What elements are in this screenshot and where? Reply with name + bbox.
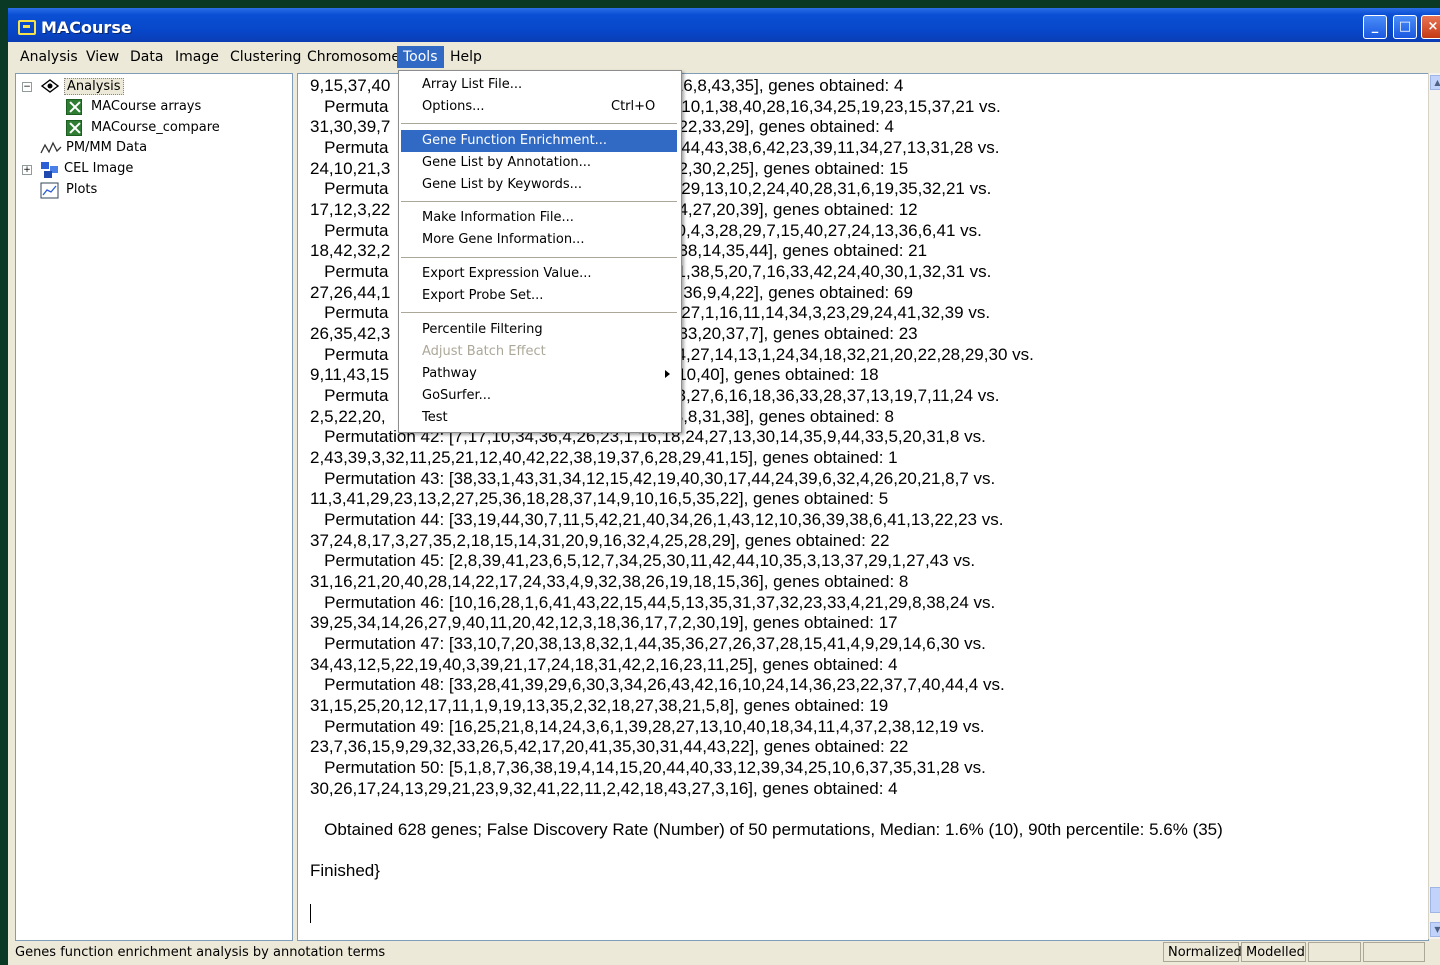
output-line: Permutation 48: [33,28,41,39,29,6,30,3,3…	[310, 675, 1005, 694]
tree-label: MACourse arrays	[91, 99, 202, 114]
scroll-thumb[interactable]	[1430, 887, 1440, 913]
output-line: 11,3,41,29,23,13,2,27,25,36,18,28,37,14,…	[310, 489, 889, 508]
close-button[interactable]: ×	[1421, 15, 1440, 39]
menu-analysis[interactable]: Analysis	[14, 46, 84, 68]
spreadsheet-icon	[66, 120, 82, 136]
title-bar[interactable]: MACourse _ □ ×	[8, 8, 1440, 42]
tools-menu-dropdown: Array List File... Options... Ctrl+O Gene…	[398, 70, 682, 433]
spreadsheet-icon	[66, 99, 82, 115]
output-line: 34,43,12,5,22,19,40,3,39,21,17,24,18,31,…	[310, 655, 898, 674]
menu-item-export-expression-value[interactable]: Export Expression Value...	[401, 263, 677, 285]
output-line: 23,7,36,15,9,29,32,33,26,5,42,17,20,41,3…	[310, 737, 909, 756]
analysis-icon	[40, 79, 60, 93]
output-line: Permutation 45: [2,8,39,41,23,6,5,12,7,3…	[310, 551, 976, 570]
menu-item-gene-list-by-keywords[interactable]: Gene List by Keywords...	[401, 174, 677, 196]
scroll-up-button[interactable]: ▲	[1430, 75, 1440, 90]
tree-node-macourse-compare[interactable]: MACourse_compare	[66, 120, 266, 138]
tree-node-macourse-arrays[interactable]: MACourse arrays	[66, 99, 266, 117]
app-window: MACourse _ □ × Analysis View Data Image …	[8, 8, 1440, 965]
menu-item-gene-list-by-annotation[interactable]: Gene List by Annotation...	[401, 152, 677, 174]
menu-item-options[interactable]: Options... Ctrl+O	[401, 96, 677, 118]
output-line: 37,24,8,17,3,27,35,2,18,15,14,31,20,9,16…	[310, 531, 890, 550]
status-panel-empty	[1308, 942, 1361, 962]
tree-label: Plots	[66, 182, 98, 197]
menu-chromosome[interactable]: Chromosome	[301, 46, 406, 68]
collapse-icon[interactable]: −	[22, 82, 32, 92]
project-tree[interactable]: − Analysis MACourse arrays MACourse_comp…	[15, 73, 293, 941]
menu-item-percentile-filtering[interactable]: Percentile Filtering	[401, 319, 677, 341]
output-line: Permutation 44: [33,19,44,30,7,11,5,42,2…	[310, 510, 1004, 529]
menu-item-pathway[interactable]: Pathway	[401, 363, 677, 385]
menu-bar: Analysis View Data Image Clustering Chro…	[8, 44, 1440, 70]
app-icon	[18, 20, 36, 35]
output-line: Permutation 49: [16,25,21,8,14,24,3,6,1,…	[310, 717, 985, 736]
menu-item-gene-function-enrichment[interactable]: Gene Function Enrichment...	[401, 130, 677, 152]
output-line: Finished}	[310, 861, 380, 880]
menu-separator	[401, 123, 677, 124]
minimize-button[interactable]: _	[1363, 15, 1387, 39]
menu-item-more-gene-information[interactable]: More Gene Information...	[401, 229, 677, 251]
maximize-button[interactable]: □	[1393, 15, 1417, 39]
menu-separator	[401, 201, 677, 202]
menu-item-make-information-file[interactable]: Make Information File...	[401, 207, 677, 229]
status-message: Genes function enrichment analysis by an…	[15, 945, 386, 960]
scroll-down-button[interactable]: ▼	[1430, 922, 1440, 937]
vertical-scrollbar[interactable]: ▲ ▼	[1428, 73, 1440, 939]
output-line: 30,26,17,24,13,29,21,23,9,32,41,22,11,2,…	[310, 779, 898, 798]
tree-label: CEL Image	[64, 161, 134, 176]
menu-separator	[401, 257, 677, 258]
menu-item-export-probe-set[interactable]: Export Probe Set...	[401, 285, 677, 307]
menu-item-array-list-file[interactable]: Array List File...	[401, 74, 677, 96]
menu-image[interactable]: Image	[169, 46, 225, 68]
output-line: 31,15,25,20,12,17,11,1,9,19,13,35,2,32,1…	[310, 696, 889, 715]
menu-item-gosurfer[interactable]: GoSurfer...	[401, 385, 677, 407]
tree-label: MACourse_compare	[91, 120, 220, 135]
tree-node-analysis[interactable]: − Analysis	[22, 78, 282, 96]
tree-label: PM/MM Data	[66, 140, 148, 155]
plot-icon	[40, 182, 59, 199]
output-line: Permutation 43: [38,33,1,43,31,34,12,15,…	[310, 469, 996, 488]
tree-node-cel-image[interactable]: + CEL Image	[22, 161, 262, 179]
status-panel-empty	[1363, 942, 1425, 962]
output-line: Permutation 47: [33,10,7,20,38,13,8,32,1…	[310, 634, 986, 653]
output-line: Permutation 46: [10,16,28,1,6,41,43,22,1…	[310, 593, 996, 612]
menu-item-test[interactable]: Test	[401, 407, 677, 429]
status-panel-modelled: Modelled	[1241, 942, 1306, 962]
output-line: 2,43,39,3,32,11,25,21,12,40,42,22,38,19,…	[310, 448, 898, 467]
output-line: 39,25,34,14,26,27,9,40,11,20,42,12,3,18,…	[310, 613, 898, 632]
menu-clustering[interactable]: Clustering	[224, 46, 307, 68]
menu-view[interactable]: View	[80, 46, 125, 68]
expand-icon[interactable]: +	[22, 165, 32, 175]
menu-tools[interactable]: Tools	[397, 46, 444, 68]
waveform-icon	[40, 141, 62, 154]
tree-node-plots[interactable]: Plots	[40, 182, 240, 200]
output-line: Obtained 628 genes; False Discovery Rate…	[310, 820, 1223, 839]
status-bar: Genes function enrichment analysis by an…	[8, 941, 1440, 965]
status-panel-normalized: Normalized	[1163, 942, 1242, 962]
output-line: 31,16,21,20,40,28,14,22,17,24,33,4,9,32,…	[310, 572, 909, 591]
tree-node-pmmm-data[interactable]: PM/MM Data	[40, 140, 260, 158]
text-caret	[310, 904, 311, 923]
image-grid-icon	[41, 162, 58, 178]
menu-help[interactable]: Help	[444, 46, 488, 68]
menu-data[interactable]: Data	[124, 46, 169, 68]
menu-separator	[401, 312, 677, 313]
menu-item-adjust-batch-effect: Adjust Batch Effect	[422, 344, 546, 359]
submenu-arrow-icon	[665, 370, 670, 378]
tree-label: Analysis	[64, 78, 124, 95]
window-title: MACourse	[41, 18, 132, 37]
output-line: Permutation 50: [5,1,8,7,36,38,19,4,14,1…	[310, 758, 986, 777]
